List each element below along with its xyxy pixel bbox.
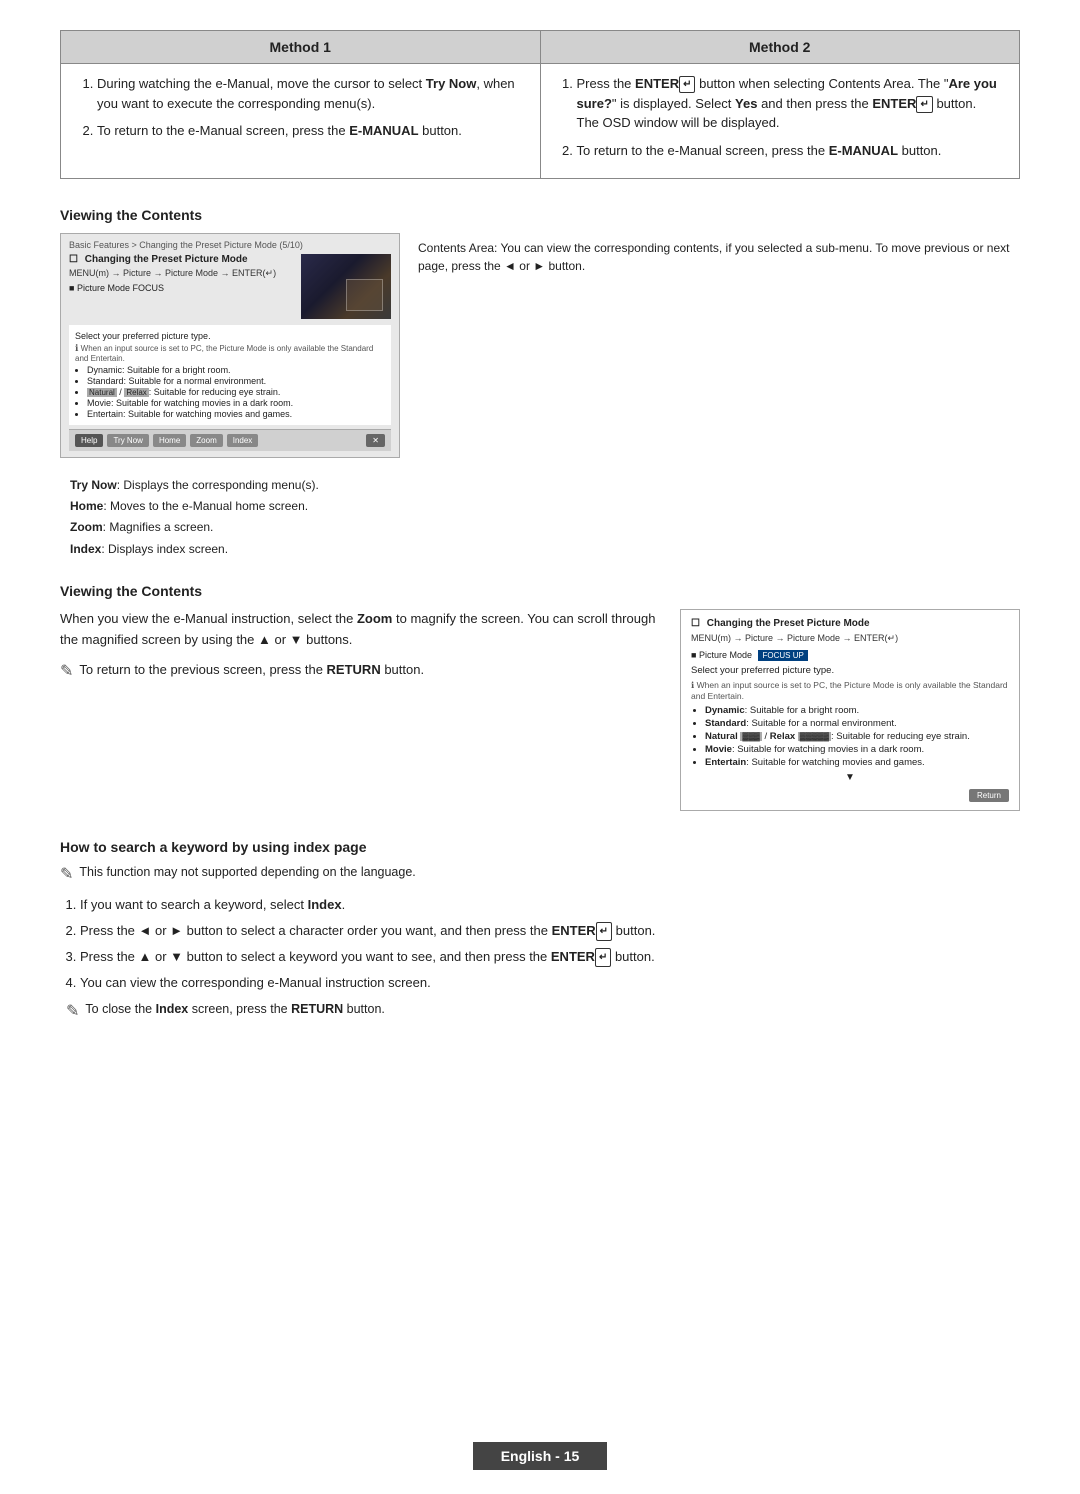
box-item-1: Dynamic: Suitable for a bright room. — [705, 705, 1009, 716]
method2-content: Press the ENTER↵ button when selecting C… — [540, 64, 1020, 179]
note-icon-2: ✎ — [66, 1001, 79, 1021]
index-desc: Index: Displays index screen. — [70, 540, 1020, 559]
method-table: Method 1 Method 2 During watching the e-… — [60, 30, 1020, 179]
screenshot-mode-label: Picture Mode — [77, 283, 130, 293]
box-item-5: Entertain: Suitable for watching movies … — [705, 757, 1009, 768]
screenshot-content: Select your preferred picture type. ℹ Wh… — [69, 325, 391, 425]
vc2-return-note: ✎ To return to the previous screen, pres… — [60, 660, 656, 685]
how-to-search-title: How to search a keyword by using index p… — [60, 839, 1020, 855]
footer-badge: English - 15 — [473, 1442, 608, 1470]
home-button[interactable]: Home — [153, 434, 186, 447]
note-pencil-icon: ✎ — [60, 659, 73, 685]
screenshot-item-1: Dynamic: Suitable for a bright room. — [87, 365, 385, 375]
try-now-notes: Try Now: Displays the corresponding menu… — [70, 476, 1020, 559]
method2-step2: To return to the e-Manual screen, press … — [577, 141, 1002, 161]
method1-content: During watching the e-Manual, move the c… — [61, 64, 541, 179]
box-note: ℹ When an input source is set to PC, the… — [691, 680, 1009, 701]
screenshot-item-4: Movie: Suitable for watching movies in a… — [87, 398, 385, 408]
screenshot-item-3: Natural / Relax: Suitable for reducing e… — [87, 387, 385, 397]
box-menu: MENU(m) → Picture → Picture Mode → ENTER… — [691, 633, 1009, 644]
return-btn: Return — [691, 789, 1009, 802]
screenshot-breadcrumb: Basic Features > Changing the Preset Pic… — [69, 240, 391, 250]
screenshot-mode-badge: FOCUS — [132, 283, 164, 293]
box-title: ☐ Changing the Preset Picture Mode — [691, 618, 1009, 629]
box-item-3: Natural ▓▓▓ / Relax ▓▓▓▓▓: Suitable for … — [705, 731, 1009, 742]
zoom-desc: Zoom: Magnifies a screen. — [70, 518, 1020, 537]
screenshot-title: ☐ Changing the Preset Picture Mode — [69, 254, 295, 265]
how-to-search-section: How to search a keyword by using index p… — [60, 839, 1020, 1021]
screenshot-box: Basic Features > Changing the Preset Pic… — [60, 233, 400, 458]
screenshot-items: Dynamic: Suitable for a bright room. Sta… — [75, 365, 385, 419]
method1-step2: To return to the e-Manual screen, press … — [97, 121, 522, 141]
search-step-4: You can view the corresponding e-Manual … — [80, 972, 1020, 994]
page-footer: English - 15 — [0, 1442, 1080, 1470]
note-icon-1: ✎ — [60, 864, 73, 884]
vc2-left: When you view the e-Manual instruction, … — [60, 609, 656, 685]
function-note: ✎ This function may not supported depend… — [60, 865, 1020, 884]
try-now-button[interactable]: Try Now — [107, 434, 148, 447]
box-item-2: Standard: Suitable for a normal environm… — [705, 718, 1009, 729]
vc2-right-box: ☐ Changing the Preset Picture Mode MENU(… — [680, 609, 1020, 811]
close-button[interactable]: ✕ — [366, 434, 385, 447]
method1-step1: During watching the e-Manual, move the c… — [97, 74, 522, 113]
index-button[interactable]: Index — [227, 434, 259, 447]
screenshot-description: Select your preferred picture type. — [75, 331, 385, 341]
screenshot-toolbar: Help Try Now Home Zoom Index ✕ — [69, 429, 391, 451]
viewing-contents-2-title: Viewing the Contents — [60, 583, 1020, 599]
home-desc: Home: Moves to the e-Manual home screen. — [70, 497, 1020, 516]
viewing-contents-2-section: When you view the e-Manual instruction, … — [60, 609, 1020, 811]
method2-header: Method 2 — [540, 31, 1020, 64]
box-item-4: Movie: Suitable for watching movies in a… — [705, 744, 1009, 755]
screenshot-menu: MENU(m) → Picture → Picture Mode → ENTER… — [69, 268, 295, 279]
screenshot-item-2: Standard: Suitable for a normal environm… — [87, 376, 385, 386]
screenshot-item-5: Entertain: Suitable for watching movies … — [87, 409, 385, 419]
viewing-contents-1-title: Viewing the Contents — [60, 207, 1020, 223]
how-to-search-steps: If you want to search a keyword, select … — [60, 894, 1020, 994]
screenshot-inner: Basic Features > Changing the Preset Pic… — [61, 234, 399, 457]
method2-step1: Press the ENTER↵ button when selecting C… — [577, 74, 1002, 133]
search-step-2: Press the ◄ or ► button to select a char… — [80, 920, 1020, 942]
search-sub-note: ✎ To close the Index screen, press the R… — [66, 1002, 1020, 1021]
screenshot-image — [301, 254, 391, 319]
screenshot-note-text: Contents Area: You can view the correspo… — [418, 233, 1020, 281]
help-button[interactable]: Help — [75, 434, 103, 447]
search-step-3: Press the ▲ or ▼ button to select a keyw… — [80, 946, 1020, 968]
box-mode: ■ Picture Mode FOCUS UP — [691, 650, 1009, 661]
method1-header: Method 1 — [61, 31, 541, 64]
vc2-main-text: When you view the e-Manual instruction, … — [60, 609, 656, 651]
box-mode-badge: FOCUS UP — [758, 650, 807, 661]
zoom-button[interactable]: Zoom — [190, 434, 222, 447]
try-now-desc: Try Now: Displays the corresponding menu… — [70, 476, 1020, 495]
viewing-contents-1-section: Basic Features > Changing the Preset Pic… — [60, 233, 1020, 458]
search-step-1: If you want to search a keyword, select … — [80, 894, 1020, 916]
box-description: Select your preferred picture type. — [691, 665, 1009, 676]
box-items: Dynamic: Suitable for a bright room. Sta… — [691, 705, 1009, 768]
screenshot-note: ℹ When an input source is set to PC, the… — [75, 343, 385, 363]
